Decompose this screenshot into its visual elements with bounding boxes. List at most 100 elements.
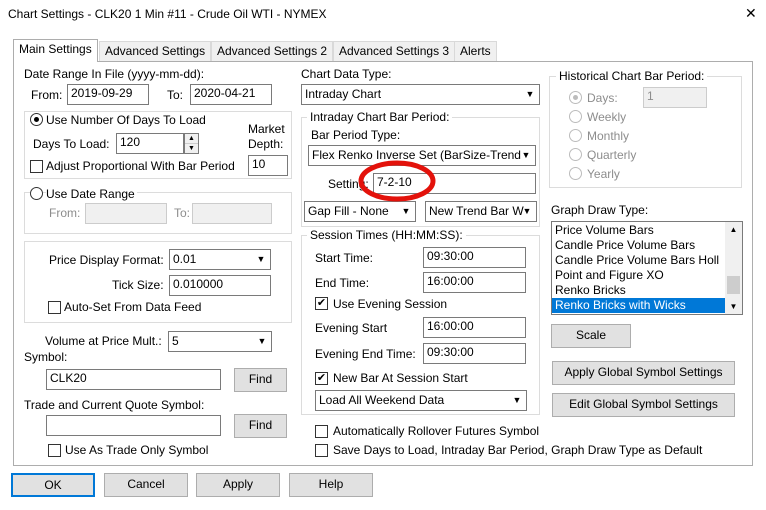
tab-advanced-settings-2[interactable]: Advanced Settings 2 bbox=[211, 41, 334, 61]
use-as-trade-only-label: Use As Trade Only Symbol bbox=[65, 443, 209, 457]
price-format-value: 0.01 bbox=[173, 252, 197, 266]
annotation-circle bbox=[358, 160, 436, 202]
historical-days-radio[interactable] bbox=[569, 91, 582, 104]
tab-alerts[interactable]: Alerts bbox=[454, 41, 497, 61]
graph-draw-type-item[interactable]: Candle Price Volume Bars bbox=[552, 238, 726, 253]
historical-days-field[interactable]: 1 bbox=[643, 87, 707, 108]
historical-yearly-label: Yearly bbox=[587, 167, 620, 181]
new-bar-session-start-checkbox[interactable]: ✔ bbox=[315, 372, 328, 385]
chevron-down-icon: ▼ bbox=[525, 89, 535, 99]
range-to-field[interactable] bbox=[192, 203, 272, 224]
list-scrollbar[interactable]: ▲ ▼ bbox=[725, 222, 742, 314]
evening-start-field[interactable]: 16:00:00 bbox=[423, 317, 526, 338]
gap-fill-select[interactable]: Gap Fill - None ▼ bbox=[304, 201, 416, 222]
from-date-field[interactable]: 2019-09-29 bbox=[67, 84, 149, 105]
evening-end-field[interactable]: 09:30:00 bbox=[423, 343, 526, 364]
graph-draw-type-item[interactable]: Candle Price Volume Bars Holl bbox=[552, 253, 726, 268]
start-time-label: Start Time: bbox=[315, 251, 374, 265]
chart-data-type-value: Intraday Chart bbox=[305, 87, 382, 101]
save-default-label: Save Days to Load, Intraday Bar Period, … bbox=[333, 443, 703, 457]
graph-draw-type-label: Graph Draw Type: bbox=[551, 203, 649, 217]
start-time-field[interactable]: 09:30:00 bbox=[423, 247, 526, 268]
chevron-down-icon: ▼ bbox=[401, 206, 411, 216]
trade-symbol-field[interactable] bbox=[46, 415, 221, 436]
find-symbol-button[interactable]: Find bbox=[234, 368, 287, 392]
tick-size-field[interactable]: 0.010000 bbox=[169, 275, 271, 296]
adjust-proportional-label: Adjust Proportional With Bar Period bbox=[46, 159, 235, 173]
range-from-field[interactable] bbox=[85, 203, 167, 224]
graph-draw-type-item[interactable]: Price Volume Bars bbox=[552, 223, 726, 238]
from-label: From: bbox=[31, 88, 63, 102]
scroll-down-icon[interactable]: ▼ bbox=[725, 299, 742, 314]
chevron-down-icon: ▼ bbox=[512, 395, 522, 405]
intraday-bar-period-label: Intraday Chart Bar Period: bbox=[307, 110, 453, 124]
graph-draw-type-item[interactable]: Renko Bricks with Wicks bbox=[552, 298, 726, 313]
new-trend-value: New Trend Bar W bbox=[429, 204, 524, 218]
range-from-label: From: bbox=[49, 206, 81, 220]
days-to-load-label: Days To Load: bbox=[33, 137, 110, 151]
tab-advanced-settings[interactable]: Advanced Settings bbox=[99, 41, 212, 61]
tab-advanced-settings-3[interactable]: Advanced Settings 3 bbox=[333, 41, 456, 61]
use-as-trade-only-checkbox[interactable] bbox=[48, 444, 61, 457]
range-to-label: To: bbox=[174, 206, 191, 220]
graph-draw-type-item[interactable]: Point and Figure XO bbox=[552, 268, 726, 283]
new-trend-select[interactable]: New Trend Bar W ▼ bbox=[425, 201, 537, 222]
historical-quarterly-radio[interactable] bbox=[569, 148, 582, 161]
date-range-label: Date Range In File (yyyy-mm-dd): bbox=[24, 67, 205, 81]
historical-weekly-radio[interactable] bbox=[569, 110, 582, 123]
chart-data-type-select[interactable]: Intraday Chart ▼ bbox=[301, 84, 540, 105]
volume-mult-value: 5 bbox=[172, 334, 179, 348]
days-to-load-field[interactable]: 120 bbox=[116, 133, 184, 154]
apply-global-settings-button[interactable]: Apply Global Symbol Settings bbox=[552, 361, 735, 385]
chevron-down-icon: ▼ bbox=[522, 206, 532, 216]
weekend-data-value: Load All Weekend Data bbox=[319, 393, 445, 407]
use-days-label: Use Number Of Days To Load bbox=[46, 113, 206, 127]
market-depth-field[interactable]: 10 bbox=[248, 155, 288, 176]
auto-rollover-label: Automatically Rollover Futures Symbol bbox=[333, 424, 540, 438]
end-time-field[interactable]: 16:00:00 bbox=[423, 272, 526, 293]
edit-global-settings-button[interactable]: Edit Global Symbol Settings bbox=[552, 393, 735, 417]
autoset-label: Auto-Set From Data Feed bbox=[64, 300, 202, 314]
graph-draw-type-item[interactable]: Renko Bricks bbox=[552, 283, 726, 298]
price-format-select[interactable]: 0.01 ▼ bbox=[169, 249, 271, 270]
use-days-radio[interactable] bbox=[30, 113, 43, 126]
spin-down-icon[interactable]: ▼ bbox=[185, 144, 198, 153]
market-depth-label-1: Market bbox=[248, 122, 285, 136]
days-spinner[interactable]: ▲ ▼ bbox=[184, 133, 199, 154]
to-date-field[interactable]: 2020-04-21 bbox=[190, 84, 272, 105]
scroll-up-icon[interactable]: ▲ bbox=[725, 222, 742, 237]
chevron-down-icon: ▼ bbox=[256, 254, 266, 264]
historical-yearly-radio[interactable] bbox=[569, 167, 582, 180]
volume-mult-select[interactable]: 5 ▼ bbox=[168, 331, 272, 352]
adjust-proportional-checkbox[interactable] bbox=[30, 160, 43, 173]
tab-main-settings[interactable]: Main Settings bbox=[13, 39, 98, 62]
historical-weekly-label: Weekly bbox=[587, 110, 627, 124]
price-format-label: Price Display Format: bbox=[49, 253, 164, 267]
use-date-range-radio[interactable] bbox=[30, 187, 43, 200]
cancel-button[interactable]: Cancel bbox=[104, 473, 188, 497]
scroll-thumb[interactable] bbox=[727, 276, 740, 294]
spin-up-icon[interactable]: ▲ bbox=[185, 134, 198, 144]
weekend-data-select[interactable]: Load All Weekend Data ▼ bbox=[315, 390, 527, 411]
apply-button[interactable]: Apply bbox=[196, 473, 280, 497]
scale-button[interactable]: Scale bbox=[551, 324, 631, 348]
end-time-label: End Time: bbox=[315, 276, 370, 290]
chevron-down-icon: ▼ bbox=[521, 150, 531, 160]
autoset-checkbox[interactable] bbox=[48, 301, 61, 314]
graph-draw-type-list[interactable]: Price Volume Bars Candle Price Volume Bar… bbox=[551, 221, 743, 315]
symbol-label: Symbol: bbox=[24, 350, 68, 364]
find-trade-symbol-button[interactable]: Find bbox=[234, 414, 287, 438]
new-bar-session-start-label: New Bar At Session Start bbox=[333, 371, 468, 385]
help-button[interactable]: Help bbox=[289, 473, 373, 497]
ok-button[interactable]: OK bbox=[11, 473, 95, 497]
symbol-field[interactable]: CLK20 bbox=[46, 369, 221, 390]
to-label: To: bbox=[167, 88, 184, 102]
historical-bar-period-label: Historical Chart Bar Period: bbox=[556, 69, 708, 83]
auto-rollover-checkbox[interactable] bbox=[315, 425, 328, 438]
historical-monthly-radio[interactable] bbox=[569, 129, 582, 142]
save-default-checkbox[interactable] bbox=[315, 444, 328, 457]
historical-monthly-label: Monthly bbox=[587, 129, 630, 143]
close-icon[interactable]: ✕ bbox=[745, 6, 757, 21]
bar-period-type-label: Bar Period Type: bbox=[311, 128, 401, 142]
use-evening-session-checkbox[interactable]: ✔ bbox=[315, 297, 328, 310]
